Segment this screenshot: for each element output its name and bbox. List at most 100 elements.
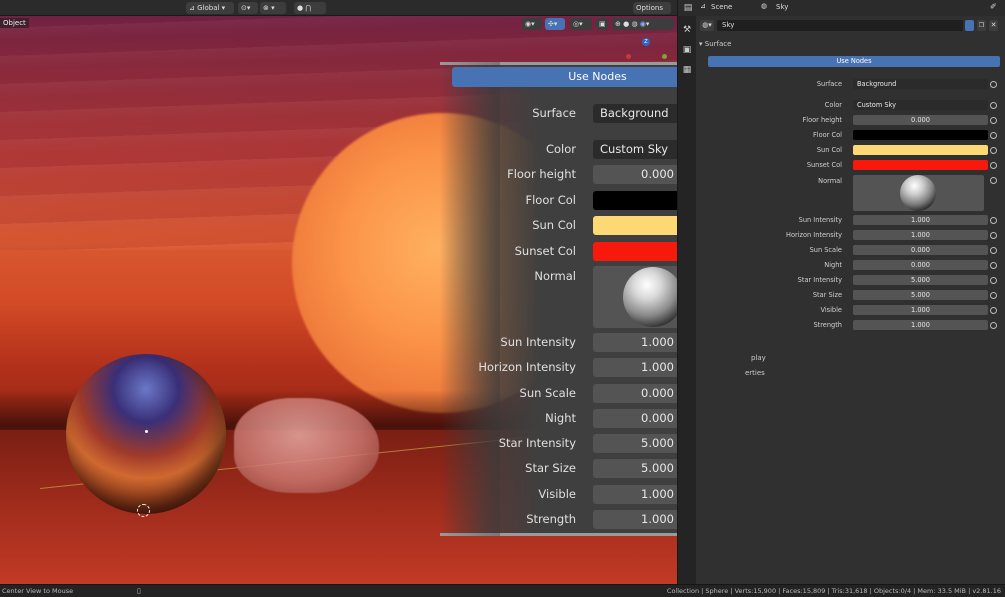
world-breadcrumb-icon: ◍	[761, 2, 768, 10]
mirror-sphere[interactable]	[66, 354, 226, 514]
viewport-display-section-header[interactable]: play	[751, 354, 766, 362]
use-nodes-button[interactable]: Use Nodes	[708, 56, 1000, 67]
duplicate-world-icon[interactable]: ❐	[977, 20, 986, 31]
wireframe-shading-icon[interactable]: ⊕	[615, 20, 621, 28]
surface-socket-icon-small[interactable]	[990, 81, 997, 88]
surface-label: Surface	[816, 80, 842, 88]
sun-intensity-label-zoomed: Sun Intensity	[500, 335, 576, 349]
surface-section-header[interactable]: ▾ Surface	[699, 40, 731, 48]
floor-col-label-zoomed: Floor Col	[525, 193, 576, 207]
shading-mode-buttons[interactable]: ⊕ ● ◍ ◉▾	[612, 18, 674, 30]
normal-sphere-icon[interactable]	[623, 267, 683, 327]
star-intensity-field[interactable]: 5.000	[853, 275, 988, 285]
visible-socket-icon-small[interactable]	[990, 307, 997, 314]
visible-field[interactable]: 1.000	[853, 305, 988, 315]
floor-height-label: Floor height	[802, 116, 842, 124]
viewport-header: ⊿ Global ▾ ⊙▾ ⊗ ▾ ● ⋂ Options ▾	[0, 0, 677, 24]
eye-icon: ◉▾	[525, 20, 535, 28]
color-socket-icon-small[interactable]	[990, 102, 997, 109]
strength-socket-icon-small[interactable]	[990, 322, 997, 329]
pivot-icon: ⊙▾	[241, 4, 251, 12]
floor-col-label: Floor Col	[813, 131, 842, 139]
transform-orientation-dropdown[interactable]: ⊿ Global ▾	[186, 2, 234, 14]
normal-socket-icon-small[interactable]	[990, 177, 997, 184]
horizon-intensity-socket-icon-small[interactable]	[990, 232, 997, 239]
sunset-col-swatch[interactable]	[853, 160, 988, 170]
sun-col-socket-icon-small[interactable]	[990, 147, 997, 154]
star-size-label-zoomed: Star Size	[525, 461, 576, 475]
status-bar: Center View to Mouse ▯ Collection | Sphe…	[0, 584, 1005, 597]
sun-intensity-label: Sun Intensity	[798, 216, 842, 224]
pivot-point-dropdown[interactable]: ⊙▾	[238, 2, 258, 14]
normal-sphere-icon-small[interactable]	[900, 175, 936, 211]
floor-col-socket-icon-small[interactable]	[990, 132, 997, 139]
y-axis-icon[interactable]	[662, 54, 667, 59]
sun-intensity-socket-icon-small[interactable]	[990, 217, 997, 224]
world-breadcrumb[interactable]: Sky	[776, 3, 788, 11]
strength-label: Strength	[813, 321, 842, 329]
overlays-toggle[interactable]: ◎▾	[570, 18, 592, 30]
strength-field[interactable]: 1.000	[853, 320, 988, 330]
sunset-col-label: Sunset Col	[806, 161, 842, 169]
object-mode-label: Object	[0, 18, 29, 28]
world-browse-icon[interactable]: ◍▾	[700, 20, 714, 31]
surface-dropdown[interactable]: Background	[853, 79, 988, 89]
sun-col-swatch[interactable]	[853, 145, 988, 155]
floor-col-swatch[interactable]	[853, 130, 988, 140]
tool-tab-icon[interactable]: ⚒	[681, 24, 693, 36]
mouse-icon: ▯	[137, 587, 141, 595]
sun-scale-field[interactable]: 0.000	[853, 245, 988, 255]
horizon-intensity-label: Horizon Intensity	[785, 231, 842, 239]
visibility-dropdown[interactable]: ◉▾	[522, 18, 542, 30]
material-shading-icon[interactable]: ◍	[631, 20, 637, 28]
sun-intensity-field[interactable]: 1.000	[853, 215, 988, 225]
snap-magnet-icon: ⊗ ▾	[263, 4, 275, 12]
night-field[interactable]: 0.000	[853, 260, 988, 270]
star-size-socket-icon-small[interactable]	[990, 292, 997, 299]
star-intensity-label-zoomed: Star Intensity	[498, 436, 576, 450]
gizmo-toggle[interactable]: ✣▾	[545, 18, 565, 30]
properties-tab-bar: ⚒ ▣ ▦	[678, 16, 696, 584]
sun-scale-socket-icon-small[interactable]	[990, 247, 997, 254]
sun-col-label: Sun Col	[816, 146, 842, 154]
sunset-col-socket-icon-small[interactable]	[990, 162, 997, 169]
normal-label-zoomed: Normal	[534, 269, 576, 283]
custom-properties-section-header[interactable]: erties	[745, 369, 765, 377]
properties-header: ▤ ⊿ Scene ◍ Sky ✐	[678, 0, 1005, 16]
color-dropdown[interactable]: Custom Sky	[853, 100, 988, 110]
editor-type-icon[interactable]: ▤	[682, 2, 694, 14]
suzanne-mesh[interactable]	[234, 398, 379, 493]
floor-height-field[interactable]: 0.000	[853, 115, 988, 125]
xray-toggle[interactable]: ▣	[596, 18, 608, 30]
pin-icon[interactable]: ✐	[990, 2, 997, 11]
night-label-zoomed: Night	[545, 411, 576, 425]
star-intensity-socket-icon-small[interactable]	[990, 277, 997, 284]
output-tab-icon[interactable]: ▦	[681, 64, 693, 76]
options-dropdown[interactable]: Options ▾	[633, 2, 671, 24]
horizon-intensity-field[interactable]: 1.000	[853, 230, 988, 240]
neg-x-axis-icon[interactable]	[626, 54, 631, 59]
unlink-world-icon[interactable]: ✕	[989, 20, 998, 31]
floor-height-socket-icon-small[interactable]	[990, 117, 997, 124]
3d-cursor-icon[interactable]	[137, 504, 150, 517]
rendered-shading-icon[interactable]: ◉	[640, 20, 646, 28]
star-size-field[interactable]: 5.000	[853, 290, 988, 300]
snap-toggle[interactable]: ⊗ ▾	[260, 2, 286, 14]
object-origin-dot	[145, 430, 148, 433]
proportional-editing-toggle[interactable]: ● ⋂	[294, 2, 326, 14]
render-tab-icon[interactable]: ▣	[681, 44, 693, 56]
solid-shading-icon[interactable]: ●	[623, 20, 629, 28]
overlays-icon: ◎▾	[573, 20, 583, 28]
sunset-col-label-zoomed: Sunset Col	[514, 244, 576, 258]
normal-label: Normal	[818, 177, 842, 185]
scene-breadcrumb[interactable]: Scene	[711, 3, 732, 11]
blender-window: Object ⊿ Global ▾ ⊙▾ ⊗ ▾ ● ⋂ Options ▾ ◉…	[0, 0, 1005, 597]
z-axis-icon[interactable]: Z	[642, 38, 650, 46]
orientation-icon: ⊿	[189, 4, 195, 12]
world-name-field[interactable]: Sky	[717, 20, 963, 31]
scene-breadcrumb-icon: ⊿	[700, 2, 706, 10]
strength-label-zoomed: Strength	[526, 512, 576, 526]
fake-user-shield-icon[interactable]	[965, 20, 974, 31]
night-socket-icon-small[interactable]	[990, 262, 997, 269]
zoomed-panel-fade	[440, 62, 500, 536]
